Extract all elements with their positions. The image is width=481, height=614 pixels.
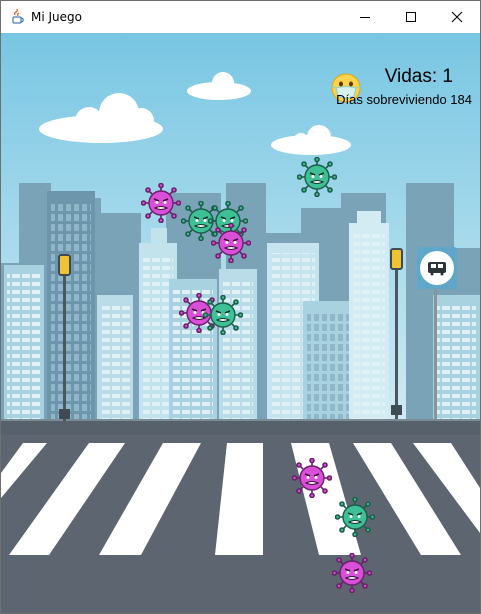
lives-counter: Vidas: 1 <box>384 66 453 87</box>
virus-icon <box>335 497 375 537</box>
virus-icon <box>203 295 243 335</box>
days-survived-counter: Días sobreviviendo 184 <box>336 92 472 107</box>
virus-icon <box>297 157 337 197</box>
maximize-button[interactable] <box>388 1 434 33</box>
virus-icon <box>332 553 372 593</box>
minimize-button[interactable] <box>342 1 388 33</box>
virus-icon <box>292 458 332 498</box>
title-bar[interactable]: Mi Juego <box>1 1 480 33</box>
java-icon <box>9 8 25 25</box>
virus-icon <box>141 183 181 223</box>
close-button[interactable] <box>434 1 480 33</box>
close-icon <box>451 11 463 23</box>
window-title: Mi Juego <box>31 10 82 24</box>
maximize-icon <box>406 12 416 22</box>
virus-icon <box>211 223 251 263</box>
game-canvas[interactable]: Vidas: 1 Días sobreviviendo 184 <box>1 33 480 613</box>
game-window: Mi Juego Vidas: 1 Días sobreviviendo 184 <box>0 0 481 614</box>
minimize-icon <box>360 17 370 18</box>
